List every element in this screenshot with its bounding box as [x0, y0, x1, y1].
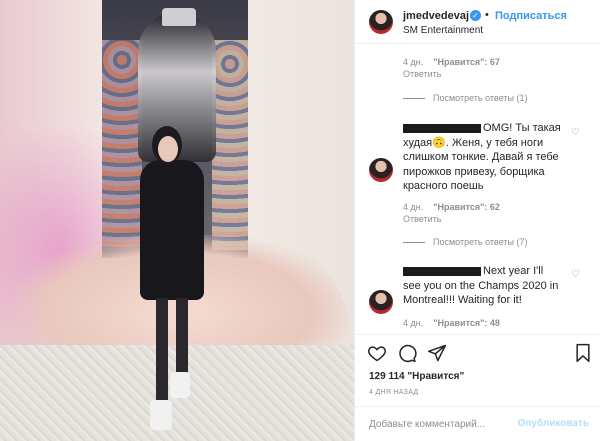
publish-button[interactable]: Опубликовать [518, 418, 589, 429]
comment-meta: 4 дн. "Нравится": 48 [403, 318, 500, 328]
comment-line: пирожков привезу, борщика [403, 165, 545, 178]
like-comment-heart-icon[interactable]: ♡ [571, 270, 581, 280]
comment-line: see you on the Champs 2020 in [403, 279, 559, 292]
comment-likes[interactable]: "Нравится": 48 [433, 318, 500, 328]
comment-likes[interactable]: "Нравится": 62 [433, 202, 500, 212]
person-leg [156, 298, 168, 408]
comment-line: Next year I'll [403, 264, 588, 279]
reply-link[interactable]: Ответить [403, 69, 441, 79]
comment-body: OMG! Ты такая худая🙃. Женя, у тебя ноги … [403, 121, 583, 194]
replies-line [403, 242, 425, 244]
view-replies-toggle[interactable]: Посмотреть ответы (1) [403, 93, 528, 103]
author-username[interactable]: jmedvedevaj [403, 10, 469, 22]
follow-button[interactable]: Подписаться [495, 10, 567, 22]
view-replies-label: Посмотреть ответы (7) [433, 237, 528, 247]
poster-flowers-right [212, 40, 248, 250]
skate [170, 372, 190, 398]
comment-line: слишком тонкие. Давай я тебе [403, 151, 559, 163]
comment-body: Next year I'll see you on the Champs 202… [403, 264, 588, 308]
poster-crown [162, 8, 196, 26]
comment-line: худая🙃. Женя, у тебя ноги [403, 136, 544, 149]
likes-word: "Нравится" [407, 371, 465, 382]
likes-number: 129 114 [369, 371, 405, 382]
comment-time[interactable]: 4 дн. [403, 202, 423, 212]
person-face [158, 136, 178, 162]
post-side-panel: jmedvedevaj ✓ • Подписаться SM Entertain… [354, 0, 600, 441]
commenter-avatar[interactable] [369, 158, 393, 182]
commenter-avatar[interactable] [369, 290, 393, 314]
share-icon[interactable] [427, 343, 447, 363]
post-header: jmedvedevaj ✓ • Подписаться SM Entertain… [355, 0, 600, 44]
comment-line: Montreal!!! Waiting for it! [403, 294, 522, 306]
comment-line: красного поешь [403, 180, 484, 192]
view-replies-label: Посмотреть ответы (1) [433, 93, 528, 103]
comment-icon[interactable] [397, 343, 417, 363]
comment-input[interactable] [369, 416, 519, 432]
author-location[interactable]: SM Entertainment [403, 25, 483, 36]
comment-time[interactable]: 4 дн. [403, 57, 423, 67]
likes-count[interactable]: 129 114 "Нравится" [369, 371, 464, 382]
header-separator: • [485, 9, 489, 21]
person-leg [176, 298, 188, 378]
redacted-username [403, 266, 481, 276]
bookmark-icon[interactable] [573, 343, 593, 363]
comment-time[interactable]: 4 дн. [403, 318, 423, 328]
comment-likes[interactable]: "Нравится": 67 [433, 57, 500, 67]
post-photo[interactable] [0, 0, 354, 441]
view-replies-toggle[interactable]: Посмотреть ответы (7) [403, 237, 528, 247]
reply-link[interactable]: Ответить [403, 214, 441, 224]
comment-meta: 4 дн. "Нравится": 62 [403, 202, 500, 212]
author-avatar[interactable] [369, 10, 393, 34]
post-date[interactable]: 4 ДНЯ НАЗАД [369, 389, 418, 396]
person-body [140, 160, 204, 300]
replies-line [403, 98, 425, 100]
skate [150, 400, 172, 430]
comment-text: Next year I'll [483, 265, 544, 277]
comment-text: OMG! Ты такая [483, 122, 561, 134]
redacted-username [403, 123, 481, 133]
comment-line: OMG! Ты такая [403, 121, 583, 136]
poster-flowers-left [102, 40, 142, 250]
heart-icon[interactable] [367, 343, 387, 363]
like-comment-heart-icon[interactable]: ♡ [571, 128, 581, 138]
add-comment-row: Опубликовать [355, 406, 600, 441]
comment-meta: 4 дн. "Нравится": 67 [403, 57, 500, 67]
post-actions-bar [355, 334, 600, 374]
verified-badge-icon: ✓ [470, 10, 481, 21]
